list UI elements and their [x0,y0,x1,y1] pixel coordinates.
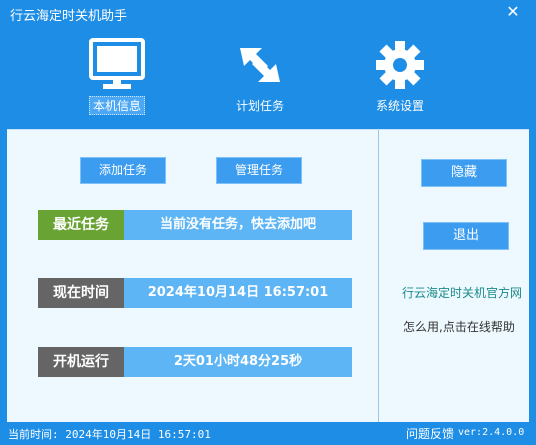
exit-button[interactable]: 退出 [423,222,509,250]
tab-system-settings-label: 系统设置 [375,99,424,113]
tab-system-settings[interactable]: 系统设置 [365,38,435,115]
current-time-label: 现在时间 [38,278,124,308]
uptime-value: 2天01小时48分25秒 [124,347,352,377]
add-task-button[interactable]: 添加任务 [80,157,166,184]
hide-button[interactable]: 隐藏 [421,159,507,187]
title-bar: 行云海定时关机助手 ✕ [0,0,536,28]
gear-icon [376,41,424,89]
main-panel: 添加任务 管理任务 最近任务 当前没有任务，快去添加吧 现在时间 2024年10… [7,129,529,422]
manage-tasks-button[interactable]: 管理任务 [216,157,302,184]
tab-scheduled-tasks[interactable]: 计划任务 [225,38,295,115]
feedback-link[interactable]: 问题反馈 [406,425,454,442]
current-time-value: 2024年10月14日 16:57:01 [124,278,352,308]
version-label: ver:2.4.0.0 [458,427,525,438]
monitor-icon [89,38,145,89]
window-title: 行云海定时关机助手 [10,9,128,24]
status-bar: 当前时间: 2024年10月14日 16:57:01 问题反馈 ver:2.4.… [0,422,536,445]
tab-scheduled-tasks-label: 计划任务 [235,99,284,113]
close-button[interactable]: ✕ [504,3,522,21]
info-panel: 添加任务 管理任务 最近任务 当前没有任务，快去添加吧 现在时间 2024年10… [7,130,378,422]
recent-task-label: 最近任务 [38,210,124,240]
recent-task-value: 当前没有任务，快去添加吧 [124,210,352,240]
arrows-icon [240,48,280,82]
app-window: 行云海定时关机助手 ✕ 本机信息 计划任务 系统设置 添加任务 管理任务 最近任… [0,0,536,445]
official-website-link[interactable]: 行云海定时关机官方网 [402,284,522,301]
status-current-time: 当前时间: 2024年10月14日 16:57:01 [8,428,211,441]
tab-machine-info-label: 本机信息 [88,96,145,115]
online-help-link[interactable]: 怎么用,点击在线帮助 [403,318,515,335]
side-panel: 隐藏 退出 行云海定时关机官方网 怎么用,点击在线帮助 [378,130,530,422]
tab-machine-info[interactable]: 本机信息 [82,38,152,115]
uptime-label: 开机运行 [38,347,124,377]
